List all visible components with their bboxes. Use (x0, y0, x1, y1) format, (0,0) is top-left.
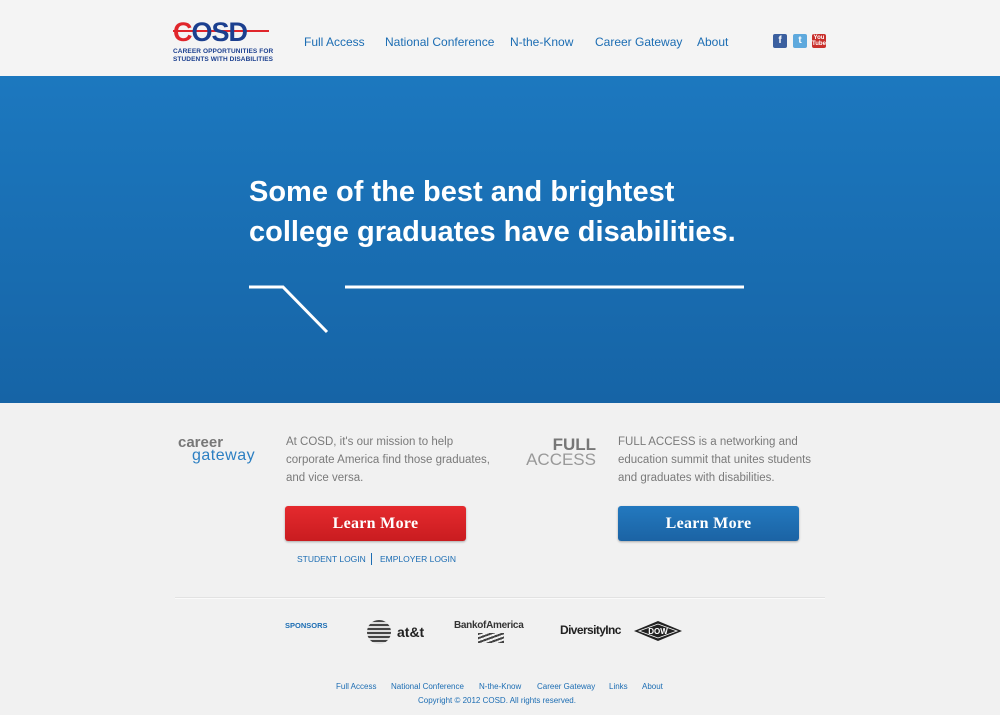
cosd-logo[interactable]: COSD CAREER OPPORTUNITIES FOR STUDENTS W… (173, 19, 275, 65)
nav-national-conference[interactable]: National Conference (385, 35, 494, 49)
login-separator (371, 553, 372, 565)
att-logo[interactable]: at&t (367, 620, 431, 644)
dow-logo[interactable]: DOW (634, 621, 682, 641)
bank-of-america-logo[interactable]: BankofAmerica (454, 620, 530, 646)
hero-banner: Some of the best and brightest college g… (0, 76, 1000, 403)
youtube-icon[interactable]: You Tube (812, 34, 826, 48)
career-gateway-logo: career gateway (178, 434, 256, 464)
twitter-icon[interactable]: t (793, 34, 807, 48)
full-access-description: FULL ACCESS is a networking and educatio… (618, 436, 812, 484)
nav-n-the-know[interactable]: N-the-Know (510, 35, 573, 49)
facebook-icon[interactable]: f (773, 34, 787, 48)
logo-wordmark: COSD (173, 17, 248, 47)
employer-login-link[interactable]: EMPLOYER LOGIN (380, 554, 456, 564)
footer-link-career-gateway[interactable]: Career Gateway (537, 682, 595, 691)
footer-link-links[interactable]: Links (609, 682, 628, 691)
full-access-learn-more-button[interactable]: Learn More (618, 506, 799, 541)
footer-link-about[interactable]: About (642, 682, 663, 691)
nav-full-access[interactable]: Full Access (304, 35, 365, 49)
hero-decorative-lines (249, 285, 744, 334)
footer-link-full-access[interactable]: Full Access (336, 682, 376, 691)
footer-link-national-conference[interactable]: National Conference (391, 682, 464, 691)
diversityinc-logo[interactable]: DiversityInc (560, 623, 621, 637)
copyright-text: Copyright © 2012 COSD. All rights reserv… (418, 696, 576, 705)
bank-of-america-flag-icon (478, 633, 504, 643)
site-header: COSD CAREER OPPORTUNITIES FOR STUDENTS W… (0, 0, 1000, 76)
hero-headline: Some of the best and brightest college g… (249, 176, 736, 248)
nav-about[interactable]: About (697, 35, 728, 49)
svg-text:DOW: DOW (648, 627, 668, 636)
att-globe-icon (367, 620, 391, 644)
section-divider (175, 597, 825, 598)
career-gateway-learn-more-button[interactable]: Learn More (285, 506, 466, 541)
career-gateway-description: At COSD, it's our mission to help corpor… (286, 436, 490, 484)
nav-career-gateway[interactable]: Career Gateway (595, 35, 682, 49)
footer-link-n-the-know[interactable]: N-the-Know (479, 682, 521, 691)
logo-subtitle: CAREER OPPORTUNITIES FOR STUDENTS WITH D… (173, 48, 274, 63)
full-access-logo: FULL ACCESS (526, 435, 596, 469)
sponsors-label: SPONSORS (285, 621, 328, 630)
student-login-link[interactable]: STUDENT LOGIN (297, 554, 366, 564)
